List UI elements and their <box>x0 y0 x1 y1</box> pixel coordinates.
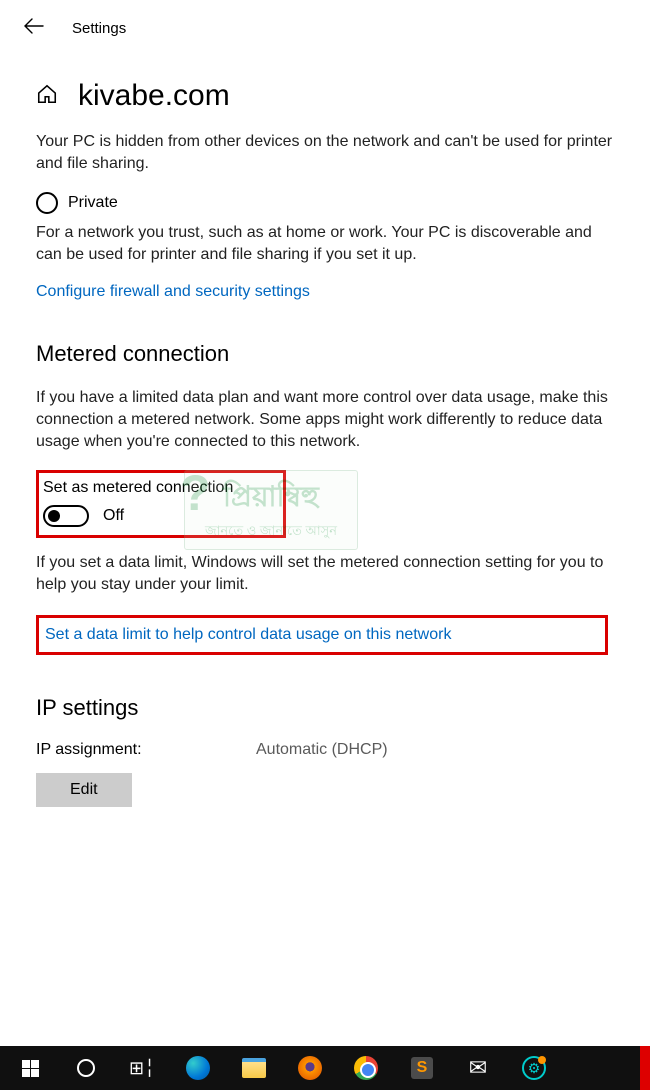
firewall-link[interactable]: Configure firewall and security settings <box>36 283 310 301</box>
mail-icon: ✉ <box>469 1055 487 1081</box>
edit-button[interactable]: Edit <box>36 773 132 807</box>
taskbar-app-stub[interactable] <box>640 1046 650 1090</box>
gear-badge-icon: ⚙ <box>522 1056 546 1080</box>
private-radio[interactable]: Private <box>36 192 614 214</box>
home-icon <box>36 83 58 109</box>
edge-icon <box>186 1056 210 1080</box>
radio-icon <box>36 192 58 214</box>
hidden-description: Your PC is hidden from other devices on … <box>36 131 614 176</box>
back-icon[interactable] <box>24 18 44 39</box>
metered-toggle[interactable] <box>43 505 89 527</box>
sublime-icon: S <box>411 1057 433 1079</box>
ip-assignment-value: Automatic (DHCP) <box>256 741 388 759</box>
private-label: Private <box>68 194 118 212</box>
toggle-knob-icon <box>48 510 60 522</box>
folder-icon <box>242 1058 266 1078</box>
settings-badge-button[interactable]: ⚙ <box>506 1046 562 1090</box>
data-limit-highlight: Set a data limit to help control data us… <box>36 615 608 655</box>
firefox-icon <box>298 1056 322 1080</box>
cortana-icon <box>77 1059 95 1077</box>
metered-toggle-label: Set as metered connection <box>43 479 233 497</box>
windows-icon <box>22 1060 39 1077</box>
data-limit-link[interactable]: Set a data limit to help control data us… <box>45 626 451 644</box>
data-limit-description: If you set a data limit, Windows will se… <box>36 552 614 597</box>
page-title: kivabe.com <box>78 79 230 113</box>
edge-button[interactable] <box>170 1046 226 1090</box>
header-title: Settings <box>72 20 126 37</box>
sublime-button[interactable]: S <box>394 1046 450 1090</box>
task-view-button[interactable]: ⊞╎ <box>114 1046 170 1090</box>
metered-toggle-state: Off <box>103 507 124 525</box>
metered-description: If you have a limited data plan and want… <box>36 387 614 454</box>
metered-toggle-highlight: Set as metered connection Off <box>36 470 286 538</box>
ip-assignment-label: IP assignment: <box>36 741 256 759</box>
taskbar: ⊞╎ S ✉ ⚙ <box>0 1046 650 1090</box>
start-button[interactable] <box>2 1046 58 1090</box>
firefox-button[interactable] <box>282 1046 338 1090</box>
private-description: For a network you trust, such as at home… <box>36 222 614 267</box>
chrome-icon <box>354 1056 378 1080</box>
cortana-button[interactable] <box>58 1046 114 1090</box>
ip-heading: IP settings <box>36 695 614 721</box>
chrome-button[interactable] <box>338 1046 394 1090</box>
mail-button[interactable]: ✉ <box>450 1046 506 1090</box>
task-view-icon: ⊞╎ <box>129 1058 155 1079</box>
metered-heading: Metered connection <box>36 341 614 367</box>
explorer-button[interactable] <box>226 1046 282 1090</box>
